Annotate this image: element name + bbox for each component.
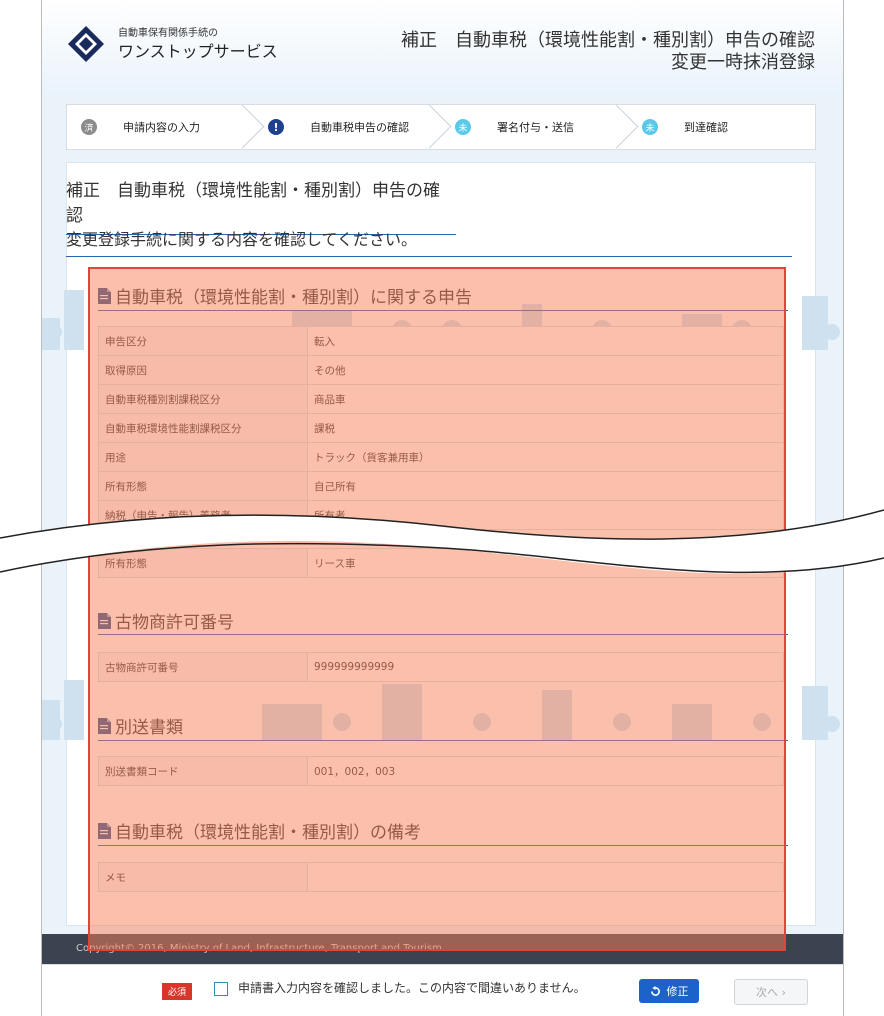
step-tax-confirm: ! 自動車税申告の確認 — [254, 105, 441, 149]
separate-docs-table: 別送書類コード 001，002，003 — [98, 756, 784, 786]
step-label: 到達確認 — [684, 121, 728, 134]
oss-logo-icon — [68, 26, 104, 62]
row-value — [307, 862, 784, 892]
pending-icon: 未 — [455, 119, 471, 135]
table-row: 自動車税種別割課税区分 商品車 — [98, 384, 784, 414]
completed-icon: 済 — [81, 119, 97, 135]
document-icon — [98, 612, 111, 629]
section-title-text: 自動車税（環境性能割・種別割）に関する申告 — [115, 288, 472, 308]
step-label: 申請内容の入力 — [123, 121, 200, 134]
table-row: 別送書類コード 001，002，003 — [98, 756, 784, 786]
row-label: 用途 — [98, 442, 308, 472]
step-label: 自動車税申告の確認 — [310, 121, 409, 134]
step-label: 署名付与・送信 — [497, 121, 574, 134]
confirm-checkbox[interactable] — [214, 982, 228, 996]
section-divider — [98, 845, 788, 846]
document-icon — [98, 717, 111, 734]
next-button[interactable]: 次へ › — [734, 979, 808, 1005]
section-title-tax: 自動車税（環境性能割・種別割）に関する申告 — [98, 283, 472, 308]
antique-license-table: 古物商許可番号 999999999999 — [98, 652, 784, 682]
row-value: 商品車 — [307, 384, 784, 414]
section-title-antique: 古物商許可番号 — [98, 608, 234, 633]
page-subtitle: 変更一時抹消登録 — [671, 52, 815, 73]
row-label: 自動車税種別割課税区分 — [98, 384, 308, 414]
row-label: 別送書類コード — [98, 756, 308, 786]
section-title-remarks: 自動車税（環境性能割・種別割）の備考 — [98, 818, 421, 843]
section-divider — [98, 634, 788, 635]
current-step-icon: ! — [268, 119, 284, 135]
table-row: 申告区分 転入 — [98, 326, 784, 356]
confirm-checkbox-label[interactable]: 申請書入力内容を確認しました。この内容で間違いありません。 — [238, 979, 586, 996]
step-sign-send: 未 署名付与・送信 — [441, 105, 628, 149]
row-value: 999999999999 — [307, 652, 784, 682]
page-header: 自動車保有関係手続の ワンストップサービス 補正 自動車税（環境性能割・種別割）… — [42, 0, 843, 96]
progress-steps: 済 申請内容の入力 ! 自動車税申告の確認 未 署名付与・送信 未 到達確認 — [66, 104, 816, 150]
logo-title: ワンストップサービス — [118, 42, 278, 61]
step-arrival: 未 到達確認 — [628, 105, 815, 149]
section-title-separate-docs: 別送書類 — [98, 713, 183, 738]
copyright-footer: Copyright© 2016, Ministry of Land, Infra… — [42, 934, 843, 964]
page-break-wave — [0, 509, 884, 574]
section-divider — [98, 310, 788, 311]
fix-button-label: 修正 — [666, 985, 689, 998]
undo-icon — [650, 985, 660, 996]
document-icon — [98, 822, 111, 839]
section-divider — [98, 740, 788, 741]
required-badge: 必須 — [162, 983, 193, 1000]
instruction-text: 変更登録手続に関する内容を確認してください。 — [66, 226, 792, 257]
row-value: 転入 — [307, 326, 784, 356]
row-value: トラック（貨客兼用車） — [307, 442, 784, 472]
section-title-text: 別送書類 — [115, 718, 183, 738]
row-label: 自動車税環境性能割課税区分 — [98, 413, 308, 443]
row-label: 古物商許可番号 — [98, 652, 308, 682]
row-value: 001，002，003 — [307, 756, 784, 786]
row-label: 申告区分 — [98, 326, 308, 356]
row-label: 取得原因 — [98, 355, 308, 385]
table-row: 古物商許可番号 999999999999 — [98, 652, 784, 682]
step-input: 済 申請内容の入力 — [67, 105, 254, 149]
fix-button[interactable]: 修正 — [639, 979, 699, 1003]
row-value: その他 — [307, 355, 784, 385]
pending-icon: 未 — [642, 119, 658, 135]
logo-subtitle: 自動車保有関係手続の — [118, 28, 218, 39]
action-bar: 必須 申請書入力内容を確認しました。この内容で間違いありません。 修正 次へ › — [42, 964, 843, 1016]
remarks-table: メモ — [98, 862, 784, 892]
row-value: 課税 — [307, 413, 784, 443]
document-icon — [98, 287, 111, 304]
table-row: 取得原因 その他 — [98, 355, 784, 385]
table-row: 用途 トラック（貨客兼用車） — [98, 442, 784, 472]
table-row: メモ — [98, 862, 784, 892]
section-title-text: 古物商許可番号 — [115, 613, 234, 633]
table-row: 自動車税環境性能割課税区分 課税 — [98, 413, 784, 443]
row-label: メモ — [98, 862, 308, 892]
section-title-text: 自動車税（環境性能割・種別割）の備考 — [115, 823, 421, 843]
